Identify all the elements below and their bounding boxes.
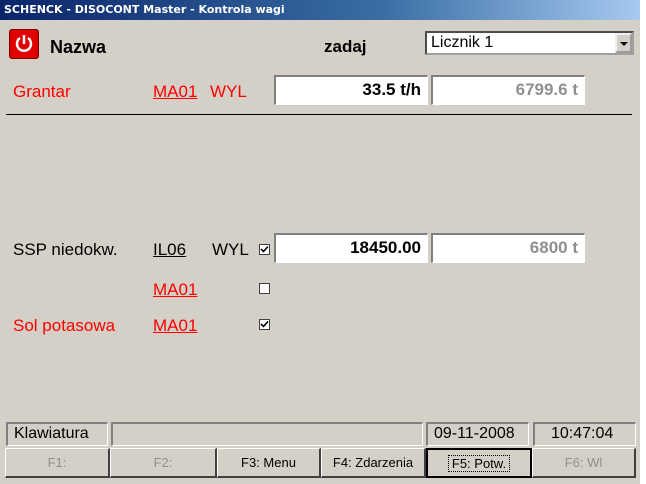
row-checkbox[interactable]: [259, 319, 270, 330]
window-edge: [640, 0, 646, 484]
setpoint-column-header: zadaj: [324, 37, 367, 56]
row-checkbox[interactable]: [259, 283, 270, 294]
f3-label: F3: Menu: [241, 455, 296, 470]
row-name: SSP niedokw.: [13, 240, 118, 259]
time-status: 10:47:04: [533, 422, 636, 446]
power-button[interactable]: [9, 29, 39, 59]
row-code-link[interactable]: MA01: [153, 82, 197, 102]
date-status: 09-11-2008: [426, 422, 529, 446]
row-name: Grantar: [13, 82, 71, 101]
setpoint-field[interactable]: 33.5 t/h: [274, 75, 428, 105]
divider: [6, 114, 632, 115]
counter-field: 6799.6 t: [431, 75, 585, 105]
f6-label: F6: Wl: [564, 455, 603, 470]
row-code-link[interactable]: IL06: [153, 240, 186, 260]
f4-events-button[interactable]: F4: Zdarzenia: [321, 448, 426, 478]
counter-select-value: Licznik 1: [431, 34, 494, 51]
f1-button[interactable]: F1:: [5, 448, 110, 478]
checkmark-icon: [260, 320, 269, 328]
f1-label: F1:: [47, 455, 67, 470]
f2-button[interactable]: F2:: [110, 448, 217, 478]
power-icon: [15, 35, 33, 52]
input-mode-status: Klawiatura: [6, 422, 108, 446]
main-window: SCHENCK - DISOCONT Master - Kontrola wag…: [0, 0, 646, 484]
counter-select[interactable]: Licznik 1: [425, 31, 634, 55]
f5-confirm-button[interactable]: F5: Potw.: [426, 448, 532, 478]
counter-field: 6800 t: [431, 233, 585, 263]
f6-button[interactable]: F6: Wl: [532, 448, 636, 478]
row-checkbox[interactable]: [259, 244, 270, 255]
f5-label: F5: Potw.: [447, 455, 511, 472]
row-code-link[interactable]: MA01: [153, 280, 197, 300]
f2-label: F2:: [153, 455, 173, 470]
row-code-link[interactable]: MA01: [153, 316, 197, 336]
f3-menu-button[interactable]: F3: Menu: [217, 448, 321, 478]
f4-label: F4: Zdarzenia: [332, 455, 414, 470]
row-state: WYL: [210, 82, 247, 101]
chevron-down-icon[interactable]: [615, 33, 632, 53]
window-title: SCHENCK - DISOCONT Master - Kontrola wag…: [4, 3, 285, 16]
row-name: Sol potasowa: [13, 316, 116, 335]
message-status: [111, 422, 423, 446]
name-column-header: Nazwa: [50, 37, 107, 57]
setpoint-field[interactable]: 18450.00: [274, 233, 428, 263]
checkmark-icon: [260, 245, 269, 253]
row-state: WYL: [212, 240, 249, 259]
title-bar: SCHENCK - DISOCONT Master - Kontrola wag…: [0, 0, 640, 20]
